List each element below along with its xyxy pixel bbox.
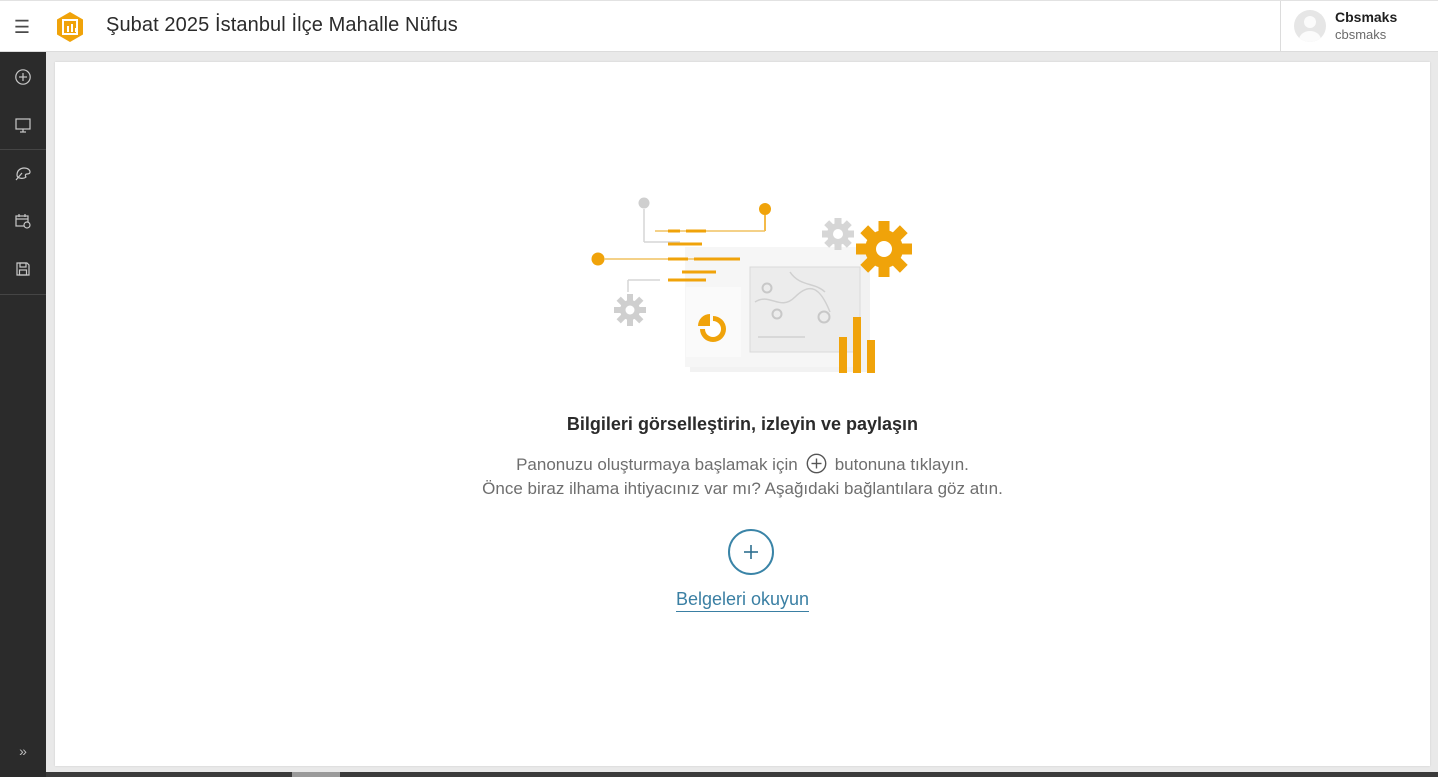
empty-state-instruction: Panonuzu oluşturmaya başlamak için buton… <box>516 453 969 474</box>
dashboard-settings-button[interactable] <box>0 199 46 243</box>
monitor-icon <box>15 118 31 133</box>
double-chevron-right-icon[interactable]: » <box>0 739 46 763</box>
hamburger-menu-icon[interactable]: ☰ <box>10 15 34 39</box>
horizontal-scrollbar[interactable] <box>46 772 1438 777</box>
palette-icon <box>15 167 31 181</box>
dashboard-title: Şubat 2025 İstanbul İlçe Mahalle Nüfus <box>106 14 458 36</box>
theme-button[interactable] <box>0 151 46 195</box>
save-icon <box>16 262 30 276</box>
empty-state-inspiration: Önce biraz ilhama ihtiyacınız var mı? Aş… <box>482 479 1003 498</box>
add-element-icon <box>15 69 31 85</box>
user-login: cbsmaks <box>1335 27 1387 42</box>
plus-icon <box>744 545 758 559</box>
read-docs-link[interactable]: Belgeleri okuyun <box>675 589 810 612</box>
scrollbar-thumb[interactable] <box>292 772 340 777</box>
avatar[interactable] <box>1294 10 1326 42</box>
dashboard-settings-icon <box>15 214 31 229</box>
empty-state-heading: Bilgileri görselleştirin, izleyin ve pay… <box>566 414 919 434</box>
user-name: Cbsmaks <box>1335 9 1398 25</box>
docs-link-container: Belgeleri okuyun <box>55 589 1430 612</box>
save-button[interactable] <box>0 247 46 291</box>
layout-button[interactable] <box>0 103 46 147</box>
dashboard-app-logo <box>57 12 83 42</box>
empty-dashboard-illustration <box>591 197 912 373</box>
dashboard-canvas: Bilgileri görselleştirin, izleyin ve pay… <box>55 62 1430 766</box>
left-toolbar: » <box>0 52 46 777</box>
user-menu[interactable]: Cbsmaks cbsmaks <box>1280 1 1438 52</box>
add-element-circle-button[interactable] <box>728 529 774 575</box>
add-element-button[interactable] <box>0 55 46 99</box>
inline-plus-icon <box>806 453 827 474</box>
app-header: ☰ Şubat 2025 İstanbul İlçe Mahalle Nüfus… <box>0 0 1438 52</box>
